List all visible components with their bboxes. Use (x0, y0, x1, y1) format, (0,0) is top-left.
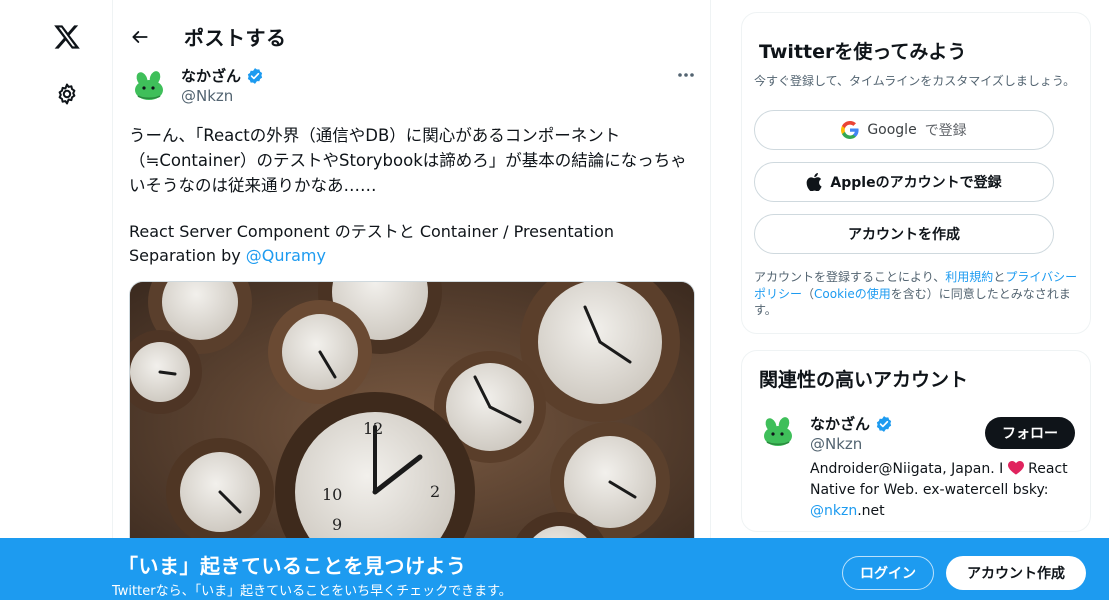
terms-text: アカウントを登録することにより、利用規約とプライバシーポリシー（Cookieの使… (754, 269, 1084, 319)
apple-signup-button[interactable]: Appleのアカウントで登録 (754, 162, 1054, 202)
svg-text:10: 10 (322, 485, 342, 504)
heart-icon (1007, 461, 1024, 475)
terms-and: と (993, 270, 1006, 284)
apple-icon (807, 173, 823, 191)
banner-subtitle: Twitterなら、「いま」起きていることをいち早くチェックできます。 (112, 584, 512, 599)
google-button-suffix: で登録 (924, 123, 967, 139)
avatar[interactable] (758, 412, 798, 452)
signup-title: Twitterを使ってみよう (759, 41, 967, 63)
banner-create-account-button[interactable]: アカウント作成 (946, 556, 1086, 590)
bio-text-1: Androider@Niigata, Japan. I (810, 461, 1004, 477)
apple-button-label: Appleのアカウントで登録 (830, 175, 1002, 191)
main-column: ポストする なかざん @Nkzn うーん、「Reactの外界（通信やDB）に関心… (112, 0, 711, 600)
post-link-text: React Server Component のテストと Container /… (129, 220, 695, 268)
related-account-handle[interactable]: @Nkzn (810, 435, 862, 453)
login-button[interactable]: ログイン (842, 556, 934, 590)
arrow-left-icon[interactable] (127, 24, 153, 50)
create-account-button[interactable]: アカウントを作成 (754, 214, 1054, 254)
related-title: 関連性の高いアカウント (759, 369, 969, 391)
create-account-label: アカウントを作成 (848, 227, 960, 243)
bottom-signup-banner: 「いま」起きていることを見つけよう Twitterなら、「いま」起きていることを… (0, 538, 1109, 600)
left-navigation (0, 0, 112, 600)
google-icon (841, 121, 859, 139)
x-logo-icon[interactable] (52, 22, 82, 52)
related-account-name[interactable]: なかざん (810, 413, 893, 434)
verified-badge-icon (247, 67, 263, 84)
more-dots-icon[interactable] (675, 64, 697, 86)
google-signup-button[interactable]: Google で登録 (754, 110, 1054, 150)
page-title: ポストする (184, 26, 287, 50)
author-name-text: なかざん (181, 67, 242, 85)
related-account-bio: Androider@Niigata, Japan. I React Native… (810, 459, 1080, 522)
svg-text:9: 9 (332, 515, 342, 534)
header-bar: ポストする (113, 0, 712, 70)
google-button-label: Google (867, 122, 917, 138)
avatar[interactable] (129, 66, 169, 106)
banner-title: 「いま」起きていることを見つけよう (118, 554, 467, 578)
related-accounts-card: 関連性の高いアカウント なかざん @Nkzn フォロー Androider@Ni… (741, 350, 1091, 532)
svg-text:12: 12 (363, 419, 383, 438)
gear-icon[interactable] (53, 80, 81, 108)
mention-link[interactable]: @Quramy (246, 246, 326, 265)
terms-paren: （ (802, 286, 815, 301)
bio-link[interactable]: @nkzn (810, 503, 857, 519)
terms-of-service-link[interactable]: 利用規約 (945, 270, 993, 284)
verified-badge-icon (876, 415, 892, 432)
terms-prefix: アカウントを登録することにより、 (754, 270, 946, 284)
post-image-clocks[interactable]: 12 10 9 2 (129, 281, 695, 571)
follow-button[interactable]: フォロー (985, 417, 1075, 449)
svg-text:2: 2 (430, 482, 440, 501)
bio-end: .net (857, 503, 885, 519)
signup-card: Twitterを使ってみよう 今すぐ登録して、タイムラインをカスタマイズしましょ… (741, 12, 1091, 334)
post-author-handle[interactable]: @Nkzn (181, 87, 233, 105)
signup-subtitle: 今すぐ登録して、タイムラインをカスタマイズしましょう。 (754, 74, 1076, 88)
related-name-text: なかざん (810, 415, 871, 433)
post-link-prefix: React Server Component のテストと Container /… (129, 222, 615, 265)
post-body-text: うーん、「Reactの外界（通信やDB）に関心があるコンポーネント（≒Conta… (129, 126, 687, 195)
cookie-use-link[interactable]: Cookieの使用 (814, 287, 891, 301)
post-author-name[interactable]: なかざん (181, 65, 264, 86)
